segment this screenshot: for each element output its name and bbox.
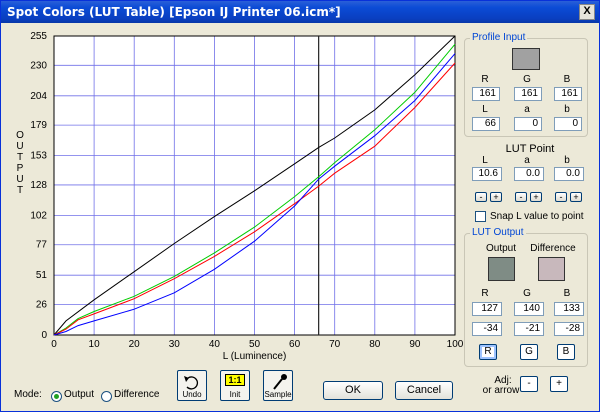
window-title: Spot Colors (LUT Table) [Epson IJ Printe… — [7, 5, 341, 19]
pi-b-label: B — [563, 74, 571, 85]
x-tick-label: 10 — [89, 339, 101, 350]
x-tick-label: 30 — [169, 339, 181, 350]
y-axis-label-letter: P — [17, 163, 24, 174]
pi-l-label: L — [482, 104, 488, 115]
adj-plus-button[interactable]: + — [550, 376, 568, 392]
adj-sub-label: or arrow — [482, 385, 520, 396]
sample-button[interactable]: Sample — [263, 370, 293, 401]
pi-l-value: 66 — [472, 117, 500, 131]
lo-output-label: Output — [485, 243, 517, 254]
mode-output-label: Output — [64, 389, 95, 400]
lo-r-diff: -34 — [472, 322, 502, 336]
pi-r-value: 161 — [472, 87, 500, 101]
mode-difference-radio[interactable] — [101, 391, 112, 402]
snap-l-checkbox[interactable] — [475, 211, 486, 222]
lp-b-minus-button[interactable]: - — [555, 192, 567, 202]
lp-a-label: a — [524, 155, 530, 166]
lp-l-plus-button[interactable]: + — [490, 192, 502, 202]
lo-difference-label: Difference — [530, 243, 576, 254]
ok-button[interactable]: OK — [323, 381, 383, 400]
snap-l-label: Snap L value to point — [490, 211, 584, 222]
y-tick-label: 153 — [30, 151, 47, 162]
x-tick-label: 20 — [129, 339, 141, 350]
channel-g-button[interactable]: G — [520, 344, 538, 360]
mode-output-radio[interactable] — [51, 391, 62, 402]
y-axis-label-letter: T — [17, 152, 23, 163]
lp-b-plus-button[interactable]: + — [570, 192, 582, 202]
y-tick-label: 77 — [36, 240, 48, 251]
pi-g-label: G — [523, 74, 531, 85]
undo-label: Undo — [182, 390, 202, 399]
mode-difference-label: Difference — [114, 389, 160, 400]
lo-r-label: R — [481, 288, 489, 299]
lp-b-value[interactable]: 0.0 — [554, 167, 584, 181]
lp-l-minus-button[interactable]: - — [475, 192, 487, 202]
lp-a-value[interactable]: 0.0 — [514, 167, 544, 181]
x-tick-label: 100 — [447, 339, 464, 350]
lut-curve-chart[interactable]: 0 10 20 30 40 50 60 70 80 90 100 0 26 51 77 102 128 153 17… — [0, 22, 470, 367]
undo-icon — [184, 376, 199, 390]
y-tick-label: 128 — [30, 180, 47, 191]
lo-b-value: 133 — [554, 302, 584, 316]
lut-output-swatch — [488, 257, 515, 281]
profile-input-title: Profile Input — [470, 32, 528, 43]
cancel-button[interactable]: Cancel — [395, 381, 453, 400]
title-bar[interactable]: Spot Colors (LUT Table) [Epson IJ Printe… — [1, 1, 599, 23]
pi-b2-value: 0 — [554, 117, 582, 131]
lp-a-plus-button[interactable]: + — [530, 192, 542, 202]
y-axis-label-letter: U — [16, 174, 23, 185]
lp-a-minus-button[interactable]: - — [515, 192, 527, 202]
channel-b-button[interactable]: B — [557, 344, 575, 360]
profile-input-swatch — [512, 48, 540, 70]
y-tick-label: 230 — [30, 60, 47, 71]
x-tick-label: 60 — [289, 339, 301, 350]
x-axis-label: L (Luminence) — [223, 351, 287, 362]
x-tick-label: 40 — [209, 339, 221, 350]
x-tick-label: 0 — [51, 339, 57, 350]
undo-button[interactable]: Undo — [177, 370, 207, 401]
x-tick-label: 80 — [369, 339, 381, 350]
y-axis-label-letter: T — [17, 185, 23, 196]
lut-output-title: LUT Output — [470, 227, 526, 238]
adj-minus-button[interactable]: - — [520, 376, 538, 392]
x-tick-label: 50 — [249, 339, 261, 350]
lo-g-label: G — [523, 288, 531, 299]
y-tick-label: 179 — [30, 120, 47, 131]
y-axis-label-letter: U — [16, 141, 23, 152]
pi-r-label: R — [481, 74, 489, 85]
y-tick-label: 255 — [30, 31, 47, 42]
lp-b-label: b — [564, 155, 570, 166]
init-icon-text: 1:1 — [225, 374, 245, 386]
lp-l-label: L — [482, 155, 488, 166]
init-button[interactable]: 1:1 Init — [220, 370, 250, 401]
lo-r-value: 127 — [472, 302, 502, 316]
y-tick-label: 102 — [30, 210, 47, 221]
init-label: Init — [229, 390, 241, 399]
pi-b-value: 161 — [554, 87, 582, 101]
y-tick-label: 26 — [36, 300, 48, 311]
sample-label: Sample — [264, 390, 292, 399]
pi-a-label: a — [524, 104, 530, 115]
lo-b-diff: -28 — [554, 322, 584, 336]
y-tick-label: 51 — [36, 270, 48, 281]
close-button[interactable]: X — [579, 4, 595, 20]
lo-g-value: 140 — [514, 302, 544, 316]
pi-a-value: 0 — [514, 117, 542, 131]
lut-point-title: LUT Point — [505, 143, 555, 155]
x-tick-label: 70 — [329, 339, 341, 350]
pi-b2-label: b — [564, 104, 570, 115]
eyedropper-icon — [273, 374, 287, 390]
y-tick-label: 204 — [30, 91, 47, 102]
lp-l-value[interactable]: 10.6 — [472, 167, 502, 181]
init-icon: 1:1 — [221, 374, 249, 386]
channel-r-button[interactable]: R — [479, 344, 497, 360]
y-tick-label: 0 — [41, 330, 47, 341]
pi-g-value: 161 — [514, 87, 542, 101]
lut-difference-swatch — [538, 257, 565, 281]
y-axis-label-letter: O — [16, 130, 24, 141]
mode-label: Mode: — [14, 389, 42, 400]
x-tick-label: 90 — [409, 339, 421, 350]
lo-g-diff: -21 — [514, 322, 544, 336]
lo-b-label: B — [563, 288, 571, 299]
